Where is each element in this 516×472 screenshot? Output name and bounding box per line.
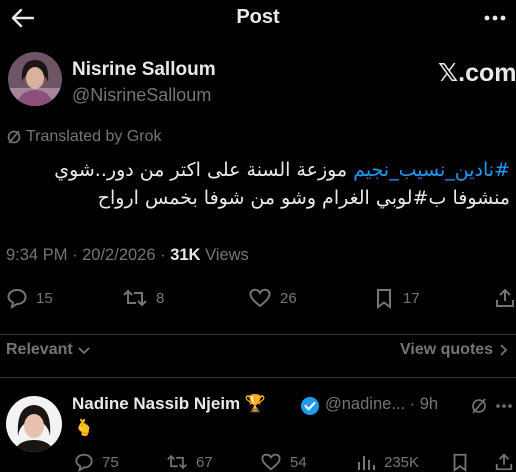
chevron-down-icon bbox=[78, 347, 90, 355]
reply-icon bbox=[7, 288, 27, 309]
post-text: #نادين_نسيب_نجيم موزعة السنة على اكتر من… bbox=[0, 156, 510, 212]
sort-relevant-dropdown[interactable]: Relevant bbox=[6, 341, 91, 359]
views-count: 235K bbox=[384, 453, 420, 471]
x-logo: 𝕏.com bbox=[438, 59, 516, 87]
like-count: 26 bbox=[280, 289, 297, 307]
post-meta: 9:34 PM · 20/2/2026 · 31K Views bbox=[6, 246, 249, 264]
reply-views-button[interactable]: 235K bbox=[356, 452, 419, 472]
views-chart-icon bbox=[358, 456, 375, 470]
reply-text: 🫰 bbox=[74, 418, 94, 437]
like-count: 54 bbox=[290, 453, 307, 471]
view-quotes-label: View quotes bbox=[400, 341, 494, 358]
share-icon bbox=[496, 288, 514, 307]
divider bbox=[0, 377, 516, 378]
more-options-icon[interactable] bbox=[495, 398, 513, 414]
divider bbox=[0, 334, 516, 335]
views-count: 31K bbox=[170, 246, 201, 264]
avatar[interactable] bbox=[8, 52, 62, 106]
verified-icon bbox=[300, 396, 320, 416]
bookmark-icon bbox=[453, 453, 467, 472]
repost-button[interactable]: 8 bbox=[122, 287, 164, 309]
heart-icon bbox=[261, 453, 281, 471]
hashtag-inline[interactable]: #لوبي bbox=[376, 187, 429, 209]
repost-count: 8 bbox=[156, 289, 165, 307]
reply-reply-button[interactable]: 75 bbox=[74, 452, 119, 472]
author-handle[interactable]: @NisrineSalloum bbox=[72, 85, 211, 106]
reply-count: 15 bbox=[36, 289, 53, 307]
reply-author-name[interactable]: Nadine Nassib Njeim 🏆 bbox=[72, 394, 266, 414]
trophy-badge: 🏆 bbox=[244, 394, 267, 414]
bookmark-icon bbox=[377, 289, 391, 309]
translated-label: Translated by Grok bbox=[26, 128, 162, 145]
views-label: Views bbox=[205, 246, 249, 264]
heart-icon bbox=[249, 288, 271, 308]
reply-like-button[interactable]: 54 bbox=[260, 452, 307, 472]
author-name[interactable]: Nisrine Salloum bbox=[72, 59, 216, 81]
repost-icon bbox=[123, 289, 147, 307]
avatar[interactable] bbox=[6, 396, 62, 452]
reply-count: 75 bbox=[102, 453, 119, 471]
reply-button[interactable]: 15 bbox=[6, 287, 53, 309]
post-text-segment: موزعة السنة على اكتر من دور..شوي bbox=[54, 159, 354, 181]
page-title: Post bbox=[236, 6, 280, 28]
grok-icon bbox=[7, 130, 21, 144]
reply-bookmark-button[interactable] bbox=[450, 452, 470, 472]
share-icon bbox=[495, 453, 513, 471]
reply-share-button[interactable] bbox=[494, 452, 514, 472]
hashtag-link[interactable]: #نادين_نسيب_نجيم bbox=[353, 159, 510, 181]
like-button[interactable]: 26 bbox=[248, 287, 297, 309]
share-button[interactable] bbox=[494, 287, 516, 309]
view-quotes-link[interactable]: View quotes bbox=[400, 341, 509, 359]
grok-icon[interactable] bbox=[470, 397, 488, 415]
translated-by-grok: Translated by Grok bbox=[6, 128, 161, 146]
sort-label: Relevant bbox=[6, 341, 73, 358]
reply-author-name-text: Nadine Nassib Njeim bbox=[72, 394, 241, 413]
repost-count: 67 bbox=[196, 453, 213, 471]
chevron-right-icon bbox=[500, 344, 508, 356]
post-date[interactable]: 20/2/2026 bbox=[82, 246, 155, 264]
post-text-segment: منشوفا ب bbox=[428, 187, 510, 209]
post-time[interactable]: 9:34 PM bbox=[6, 246, 67, 264]
more-options-icon[interactable] bbox=[482, 8, 508, 28]
bookmark-count: 17 bbox=[403, 289, 420, 307]
post-text-segment: الغرام وشو من شوفا بخمس ارواح bbox=[97, 187, 376, 209]
repost-icon bbox=[167, 454, 187, 470]
reply-repost-button[interactable]: 67 bbox=[166, 452, 213, 472]
reply-handle-time[interactable]: @nadine... · 9h bbox=[325, 395, 438, 414]
bookmark-button[interactable]: 17 bbox=[373, 287, 420, 309]
reply-icon bbox=[75, 453, 93, 472]
